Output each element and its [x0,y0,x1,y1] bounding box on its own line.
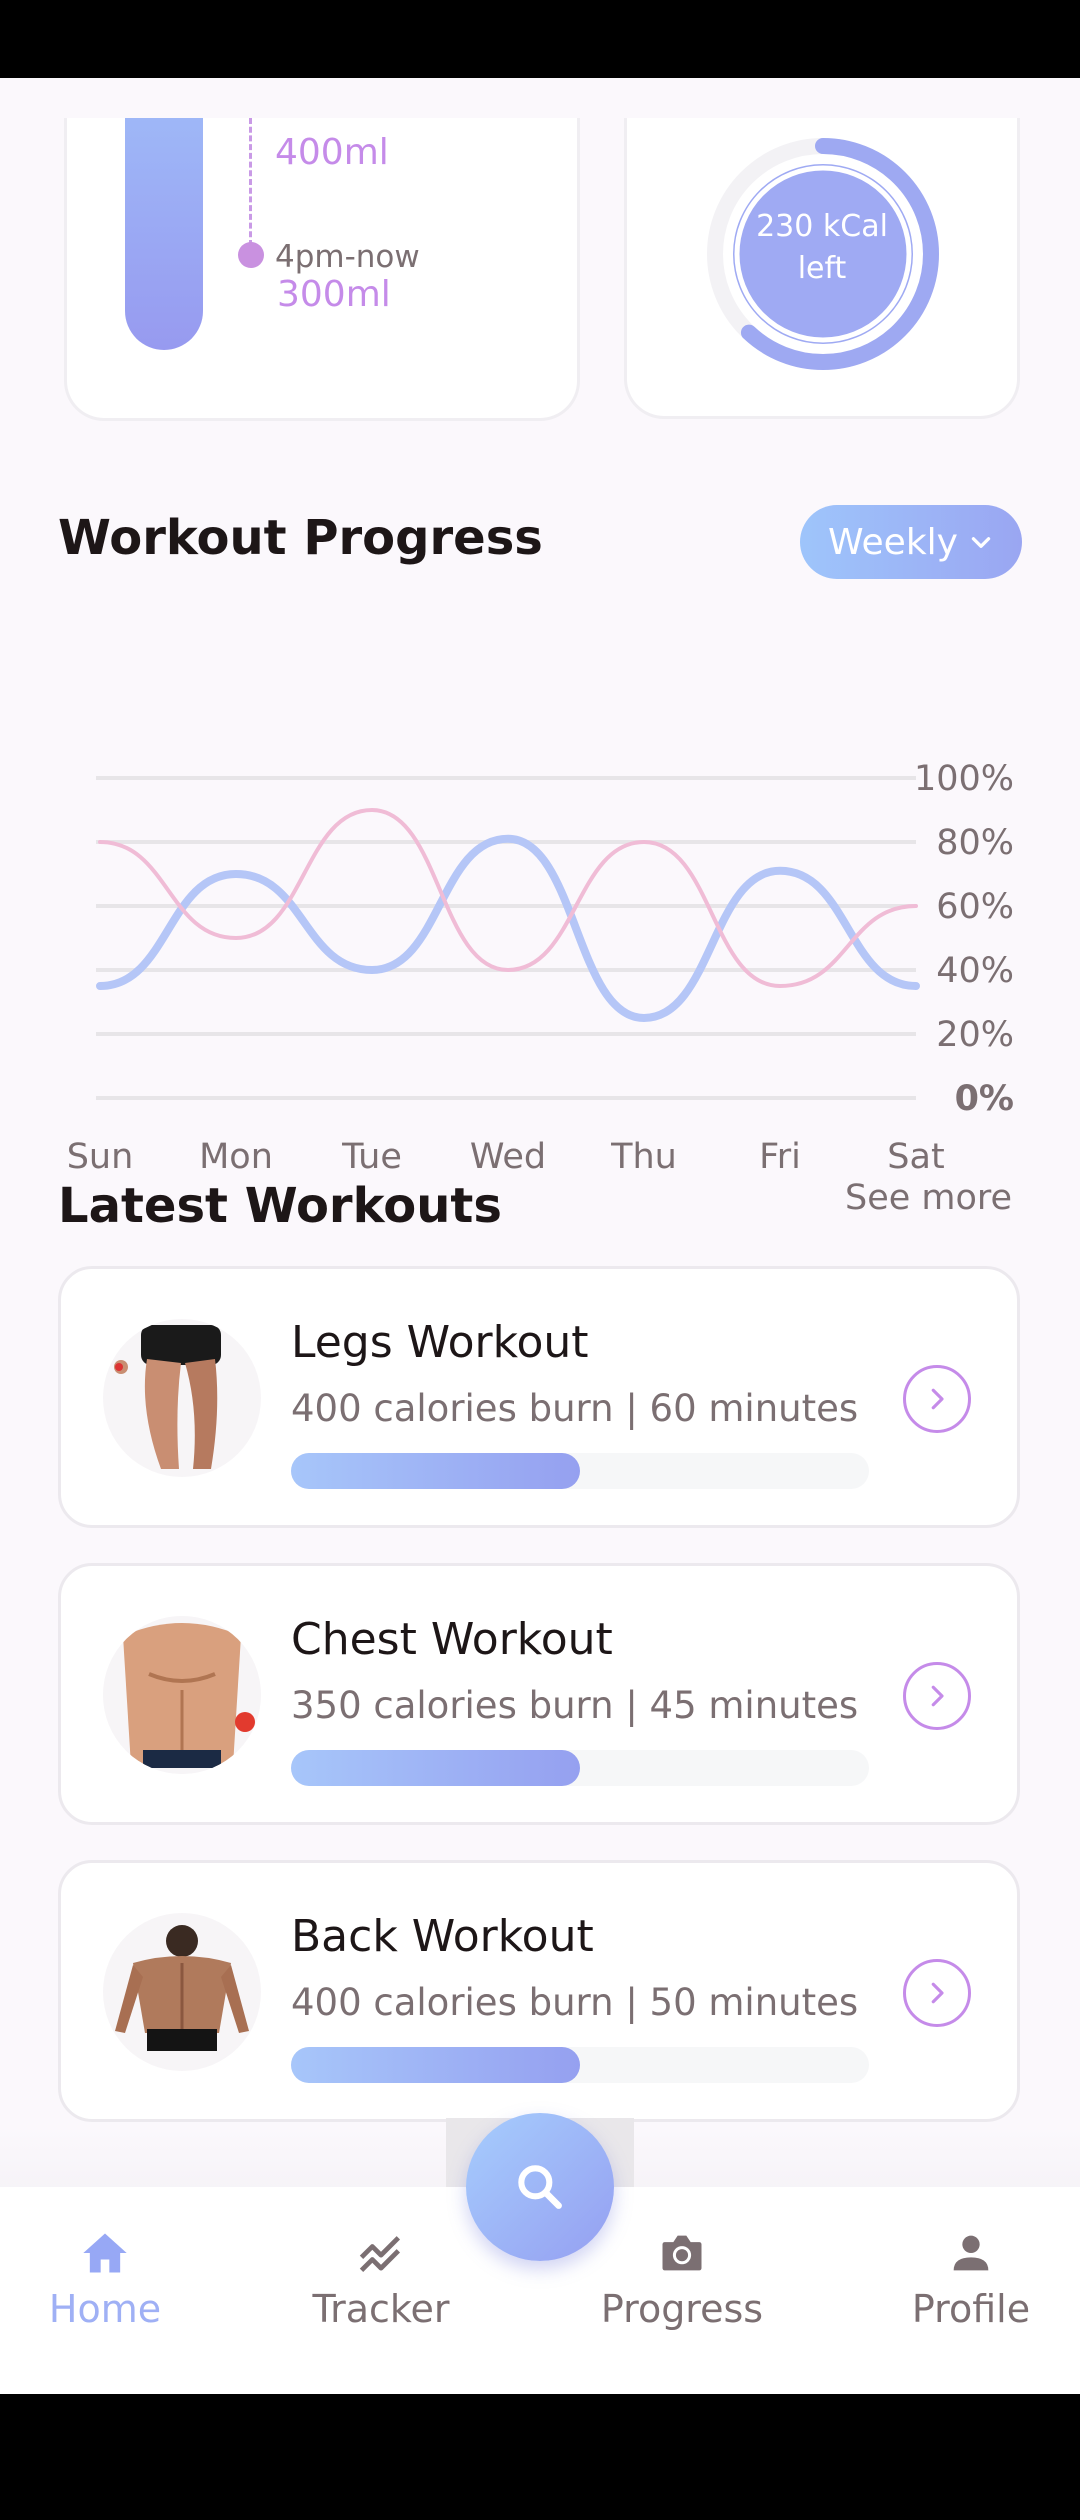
y-tick-label: 40% [936,951,1014,991]
workout-card-legs[interactable]: Legs Workout 400 calories burn | 60 minu… [58,1266,1020,1528]
nav-profile[interactable]: Profile [851,2227,1080,2331]
x-tick-label: Wed [470,1137,546,1177]
search-fab[interactable] [466,2113,614,2261]
chevron-right-icon[interactable] [903,1365,971,1433]
timeline-line [249,118,252,246]
timeline-dot [238,242,264,268]
workout-progress-chart: 100% 80% 60% 40% 20% 0% Sun Mon Tue Wed Thu Fri Sat [67,759,1014,1177]
nav-home-label: Home [48,2287,162,2331]
nav-home[interactable]: Home [0,2227,225,2331]
workout-progress-track [291,2047,869,2083]
workout-progress-fill [291,1750,580,1786]
x-tick-label: Fri [759,1137,801,1177]
workout-stats: 400 calories burn | 50 minutes [291,1981,859,2024]
x-tick-label: Thu [610,1137,677,1177]
workout-card-back[interactable]: Back Workout 400 calories burn | 50 minu… [58,1860,1020,2122]
x-tick-label: Mon [199,1137,273,1177]
nav-progress-label: Progress [600,2287,764,2331]
chart-series-line [96,834,920,1023]
calories-card[interactable]: 230 kCal left [624,118,1020,419]
camera-icon [662,2235,702,2271]
home-screen: 400ml 4pm-now 300ml 230 kCal left Workou… [0,78,1080,2394]
water-amount: 400ml [275,132,389,173]
period-dropdown-label: Weekly [828,521,958,563]
y-tick-label: 60% [936,887,1014,927]
workout-card-chest[interactable]: Chest Workout 350 calories burn | 45 min… [58,1563,1020,1825]
nav-profile-label: Profile [911,2287,1031,2331]
see-more-link[interactable]: See more [845,1178,1012,1218]
y-tick-label: 0% [955,1079,1014,1119]
chevron-right-icon[interactable] [903,1959,971,2027]
nav-tracker[interactable]: Tracker [261,2227,501,2331]
workout-stats: 400 calories burn | 60 minutes [291,1387,859,1430]
home-icon [83,2233,127,2273]
workout-progress-track [291,1750,869,1786]
y-tick-label: 20% [936,1015,1014,1055]
x-tick-label: Tue [341,1137,402,1177]
person-icon [953,2235,989,2271]
latest-workouts-title: Latest Workouts [58,1178,502,1234]
time-label: 4pm-now [275,239,420,275]
water-amount: 300ml [277,274,391,315]
y-tick-label: 100% [914,759,1014,799]
workout-progress-track [291,1453,869,1489]
water-intake-card[interactable]: 400ml 4pm-now 300ml [64,118,580,421]
trend-chart-icon [359,2236,401,2273]
workout-title: Legs Workout [291,1317,589,1368]
workout-progress-fill [291,2047,580,2083]
chevron-right-icon[interactable] [903,1662,971,1730]
x-tick-label: Sun [67,1137,134,1177]
legs-workout-image [103,1319,261,1477]
workout-progress-fill [291,1453,580,1489]
nav-tracker-label: Tracker [312,2287,450,2331]
back-workout-image [103,1913,261,2071]
workout-progress-title: Workout Progress [58,510,543,566]
workout-stats: 350 calories burn | 45 minutes [291,1684,859,1727]
chest-workout-image [103,1616,261,1774]
calories-value: 230 kCal [756,209,888,244]
y-tick-label: 80% [936,823,1014,863]
workout-title: Chest Workout [291,1614,613,1665]
calories-left-text: 230 kCal left [747,206,897,290]
nav-progress[interactable]: Progress [562,2227,802,2331]
water-level-bar [125,118,203,350]
workout-title: Back Workout [291,1911,594,1962]
chevron-down-icon [971,537,991,548]
period-dropdown[interactable]: Weekly [800,505,1022,579]
x-tick-label: Sat [887,1137,944,1177]
search-icon [518,2165,562,2209]
calories-left-label: left [797,251,847,286]
